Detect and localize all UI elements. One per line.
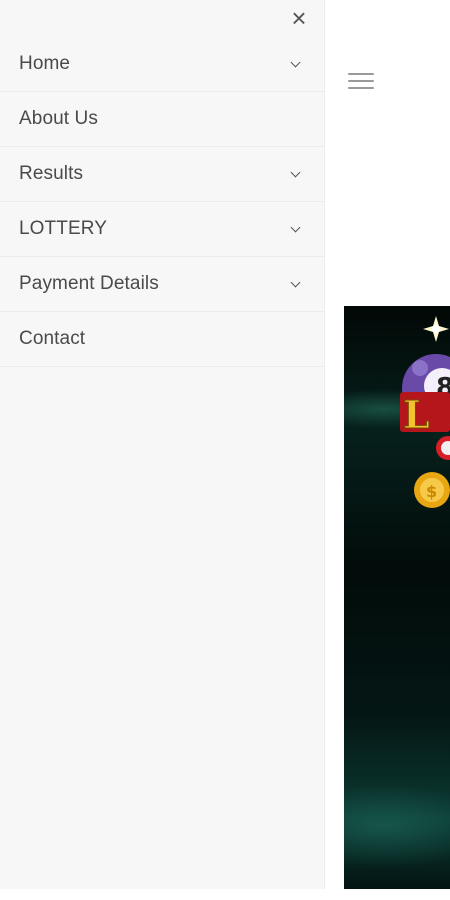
svg-text:$: $: [426, 482, 437, 501]
hamburger-menu-icon[interactable]: [348, 70, 376, 90]
lottery-art: 8 L $: [400, 316, 450, 508]
svg-text:L: L: [403, 392, 430, 437]
menu-item-label: Contact: [19, 328, 86, 349]
drawer-menu: Home About Us Results LOTTERY Payment De…: [0, 37, 324, 367]
menu-item-results[interactable]: Results: [0, 147, 324, 202]
gold-coin-icon: $: [414, 472, 450, 508]
menu-item-lottery[interactable]: LOTTERY: [0, 202, 324, 257]
chevron-down-icon[interactable]: [290, 57, 301, 68]
menu-item-home[interactable]: Home: [0, 37, 324, 92]
menu-item-label: Results: [19, 163, 84, 184]
hero-banner-image: 8 L $: [344, 306, 450, 889]
hamburger-line: [348, 73, 374, 75]
menu-item-label: Payment Details: [19, 273, 159, 294]
chevron-down-icon[interactable]: [290, 222, 301, 233]
menu-item-about-us[interactable]: About Us: [0, 92, 324, 147]
hamburger-line: [348, 80, 374, 82]
page: 8 L $ × Home About Us Results LOTTERY Pa…: [0, 0, 450, 900]
menu-item-label: Home: [19, 53, 71, 74]
menu-item-label: About Us: [19, 108, 98, 129]
chevron-down-icon[interactable]: [290, 167, 301, 178]
sparkle-icon: [423, 316, 449, 342]
menu-item-contact[interactable]: Contact: [0, 312, 324, 367]
close-icon[interactable]: ×: [286, 5, 312, 31]
navigation-drawer: × Home About Us Results LOTTERY Payment …: [0, 0, 325, 889]
lottery-letters: L: [400, 392, 450, 460]
menu-item-label: LOTTERY: [19, 218, 107, 239]
menu-item-payment-details[interactable]: Payment Details: [0, 257, 324, 312]
hamburger-line: [348, 87, 374, 89]
chevron-down-icon[interactable]: [290, 277, 301, 288]
